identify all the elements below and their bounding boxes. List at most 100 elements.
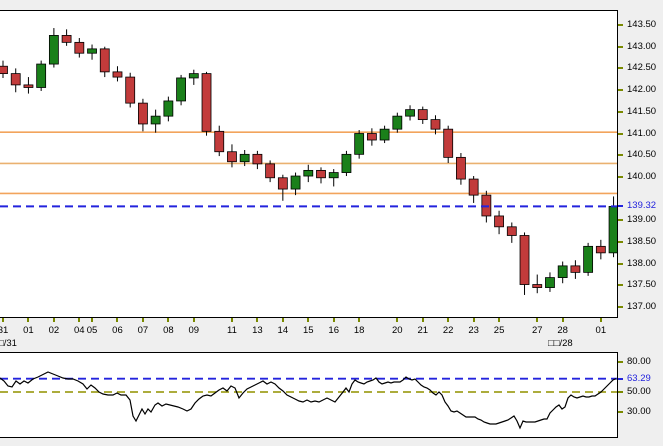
- candle-bear[interactable]: [532, 284, 543, 288]
- date-axis-label: 15: [302, 325, 314, 336]
- candle-bull[interactable]: [379, 128, 390, 141]
- candlestick-plot[interactable]: [0, 11, 617, 317]
- candle-bear[interactable]: [0, 65, 8, 75]
- candle-bull[interactable]: [341, 153, 352, 173]
- date-axis-tick: [167, 318, 170, 322]
- candle-bull[interactable]: [608, 206, 617, 254]
- price-axis-tick: [618, 154, 623, 157]
- price-axis-label: 141.00: [627, 127, 657, 139]
- candle-bear[interactable]: [316, 169, 326, 179]
- candle-bear[interactable]: [23, 84, 34, 88]
- candle-bull[interactable]: [163, 100, 174, 117]
- date-axis-label: 18: [353, 325, 365, 336]
- candle-bear[interactable]: [214, 130, 225, 153]
- date-axis-tick: [332, 318, 335, 322]
- date-axis-tick: [192, 318, 195, 322]
- candle-bull[interactable]: [583, 245, 594, 273]
- oscillator-panel[interactable]: [0, 352, 618, 438]
- price-axis-label: 139.00: [627, 214, 657, 226]
- candle-bull[interactable]: [239, 153, 250, 163]
- candle-bear[interactable]: [74, 41, 85, 54]
- candle-bear[interactable]: [443, 128, 454, 158]
- oscillator-axis-tick: [618, 391, 623, 393]
- candle-bear[interactable]: [265, 163, 276, 179]
- oscillator-plot[interactable]: [0, 353, 617, 437]
- candle-bull[interactable]: [290, 175, 301, 190]
- candle-bull[interactable]: [545, 277, 555, 288]
- price-axis-label: 142.50: [627, 62, 657, 74]
- price-axis-tick: [618, 110, 623, 113]
- candle-bull[interactable]: [557, 265, 568, 278]
- price-axis-label: 138.00: [627, 257, 657, 269]
- candle-bear[interactable]: [112, 71, 123, 78]
- date-axis-tick: [27, 318, 30, 322]
- date-axis-tick: [421, 318, 424, 322]
- date-axis-sublabel: □□/28: [548, 338, 573, 349]
- date-axis-tick: [536, 318, 539, 322]
- date-axis-tick: [561, 318, 564, 322]
- oscillator-axis-label: 80.00: [627, 356, 651, 367]
- date-axis-label: 05: [86, 325, 98, 336]
- trading-chart-window: 143.50 143.00 142.50 142.00 141.50 141.00 140.…: [0, 0, 663, 446]
- candle-bear[interactable]: [468, 178, 479, 196]
- date-axis-tick: [230, 318, 233, 322]
- candle-bear[interactable]: [519, 235, 530, 285]
- price-axis-label: 138.50: [627, 236, 657, 247]
- candle-bull[interactable]: [328, 172, 339, 179]
- date-axis-label: 21: [417, 325, 429, 336]
- price-axis-tick: [618, 24, 623, 26]
- candle-bear[interactable]: [366, 133, 377, 141]
- candle-bull[interactable]: [48, 35, 59, 65]
- candle-bull[interactable]: [392, 115, 403, 130]
- oscillator-axis-label: 50.00: [627, 386, 651, 397]
- date-axis-tick: [2, 318, 4, 322]
- candle-bull[interactable]: [354, 133, 365, 155]
- candle-bull[interactable]: [303, 169, 314, 177]
- date-axis-tick: [307, 318, 310, 322]
- date-axis-label: 20: [392, 325, 403, 336]
- date-axis-label: 14: [277, 325, 289, 336]
- date-axis-label: 13: [252, 325, 263, 336]
- candle-bull[interactable]: [176, 77, 186, 102]
- price-axis-tick: [618, 241, 623, 243]
- oscillator-axis-label: 30.00: [627, 406, 651, 417]
- candle-bear[interactable]: [227, 151, 237, 163]
- candle-bear[interactable]: [252, 153, 263, 165]
- candle-bear[interactable]: [138, 102, 148, 125]
- price-axis-label: 140.50: [627, 149, 657, 161]
- candle-bear[interactable]: [506, 226, 517, 236]
- date-axis-label: 23: [468, 325, 479, 336]
- date-axis-label: 25: [493, 325, 505, 336]
- date-axis-tick: [116, 318, 119, 322]
- oscillator-line: [0, 371, 617, 430]
- candle-bear[interactable]: [570, 265, 581, 273]
- price-axis-label: 143.00: [627, 40, 657, 52]
- candle-bear[interactable]: [125, 76, 136, 104]
- candle-bear[interactable]: [61, 35, 72, 43]
- candle-bear[interactable]: [10, 73, 21, 86]
- candle-bear[interactable]: [201, 73, 212, 132]
- date-axis-label: 08: [163, 325, 174, 336]
- price-axis-tick: [618, 89, 623, 92]
- price-axis-label: 137.00: [627, 301, 657, 313]
- date-axis-label: 11: [227, 325, 237, 336]
- candle-bear[interactable]: [494, 215, 504, 228]
- current-price-tick: [618, 205, 623, 208]
- price-axis-label: 143.50: [627, 19, 657, 30]
- candle-bear[interactable]: [99, 48, 110, 73]
- price-chart-panel[interactable]: [0, 10, 618, 318]
- oscillator-axis-tick: [618, 411, 623, 413]
- oscillator-axis-label: 63.29: [627, 372, 651, 384]
- date-axis-tick: [599, 318, 602, 322]
- candle-bear[interactable]: [595, 245, 606, 254]
- candle-bull[interactable]: [36, 63, 47, 88]
- date-axis-label: 22: [442, 325, 454, 336]
- candle-bull[interactable]: [188, 73, 199, 79]
- candle-bull[interactable]: [405, 109, 415, 117]
- candle-bear[interactable]: [430, 119, 441, 130]
- candle-bear[interactable]: [417, 109, 428, 121]
- candle-bear[interactable]: [456, 156, 466, 180]
- candle-bull[interactable]: [150, 115, 161, 125]
- candle-bull[interactable]: [87, 48, 97, 54]
- candle-bear[interactable]: [277, 177, 288, 190]
